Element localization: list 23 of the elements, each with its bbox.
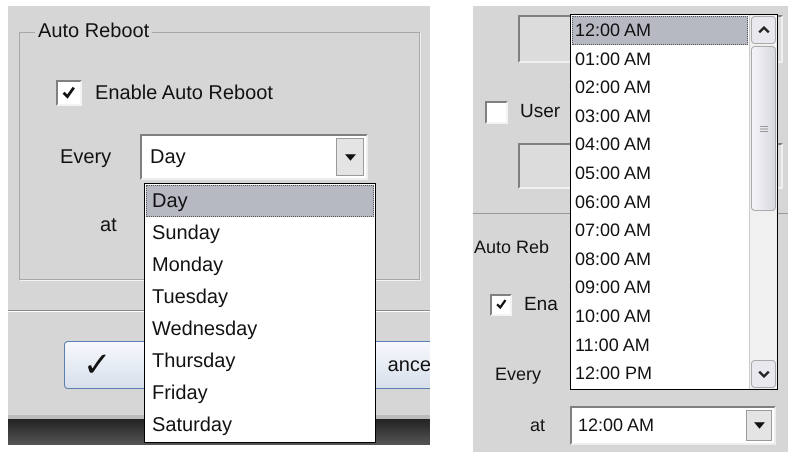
check-icon <box>494 298 508 312</box>
field-label: Every <box>59 145 112 170</box>
dropdown-field[interactable]: 12:00 AM <box>570 406 776 445</box>
dropdown-value: Day <box>150 145 187 170</box>
scroll-up-icon[interactable] <box>751 16 776 44</box>
field-label: at <box>529 414 546 437</box>
group-title: Auto Reb <box>474 236 550 258</box>
checkbox-label: Ena <box>524 292 558 316</box>
checkbox[interactable] <box>485 100 508 124</box>
scrollbar[interactable] <box>749 15 777 389</box>
dropdown-field[interactable]: Day <box>140 134 368 180</box>
checkbox-label: Enable Auto Reboot <box>95 81 273 106</box>
field-label: Every <box>495 363 542 386</box>
scroll-thumb[interactable] <box>751 46 776 211</box>
dropdown-option[interactable]: 12:00 AM <box>572 16 748 45</box>
field-label: at <box>100 213 117 238</box>
checkbox-label: User <box>520 100 560 124</box>
dropdown-value: 12:00 AM <box>578 414 656 437</box>
checkbox[interactable] <box>56 80 82 106</box>
check-icon <box>61 85 77 101</box>
dropdown-option[interactable]: Day <box>146 185 374 217</box>
checkbox[interactable] <box>490 294 512 316</box>
scroll-down-icon[interactable] <box>751 360 776 388</box>
